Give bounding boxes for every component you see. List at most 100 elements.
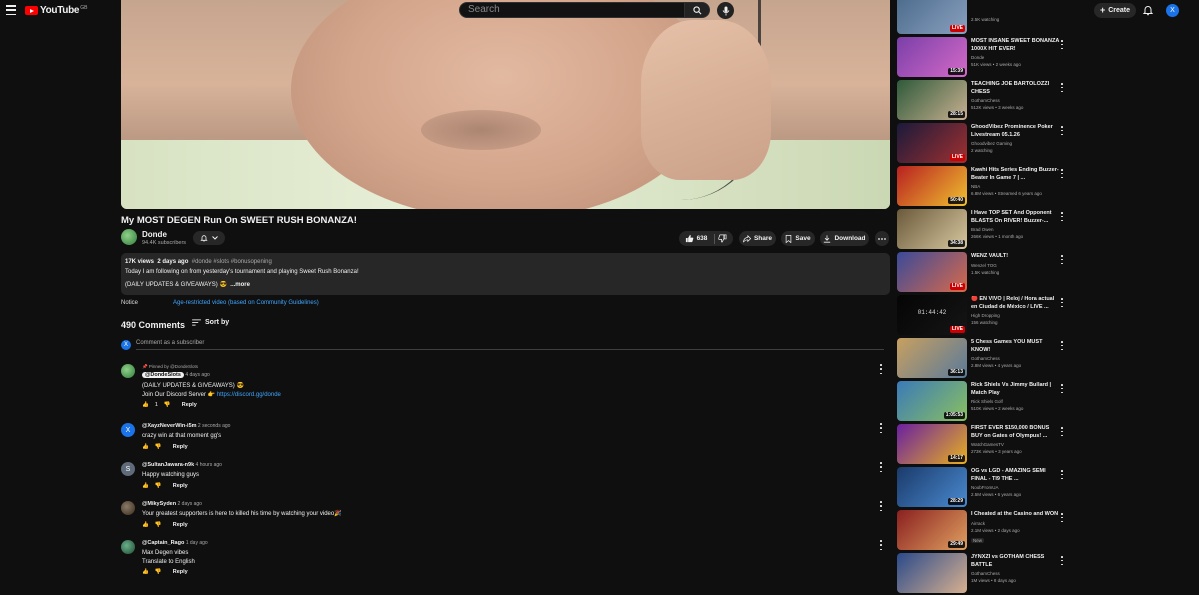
related-video-title[interactable]: MOST INSANE SWEET BONANZA 1000X HIT EVER… [971,38,1061,53]
reply-button[interactable]: Reply [173,444,188,450]
comment-more-icon[interactable] [878,501,884,511]
related-video-thumbnail[interactable]: 14:17 [897,424,967,464]
comment-age[interactable]: 1 day ago [186,540,208,546]
related-video-title[interactable]: JYNXZI vs GOTHAM CHESS BATTLE [971,554,1061,569]
related-video-card[interactable]: 1:05:53 Rick Shiels Vs Jimmy Bullard | Ma… [897,381,1072,423]
related-video-thumbnail[interactable]: 28:15 [897,80,967,120]
search-button[interactable] [684,2,710,18]
thumbs-up-icon[interactable]: 👍 [142,444,149,450]
related-more-icon[interactable] [1060,40,1064,49]
sort-by-button[interactable]: Sort by [192,319,229,326]
related-video-title[interactable]: Kawhi Hits Series Ending Buzzer-Beater I… [971,167,1061,182]
related-video-card[interactable]: 15:39 MOST INSANE SWEET BONANZA 1000X HIT… [897,37,1072,79]
related-more-icon[interactable] [1060,83,1064,92]
comment-more-icon[interactable] [878,423,884,433]
search-input[interactable]: Search [459,2,685,18]
related-video-thumbnail[interactable]: 29:49 [897,510,967,550]
age-restriction-link[interactable]: Age-restricted video (based on Community… [173,300,319,306]
comment-age[interactable]: 4 days ago [185,372,209,378]
reply-button[interactable]: Reply [182,402,197,408]
related-more-icon[interactable] [1060,470,1064,479]
thumbs-down-icon[interactable] [718,234,727,243]
related-more-icon[interactable] [1060,384,1064,393]
comment-age[interactable]: 2 seconds ago [198,423,231,429]
related-video-title[interactable]: 5 Chess Games YOU MUST KNOW! [971,339,1061,354]
channel-name[interactable]: Donde [142,230,167,239]
related-more-icon[interactable] [1060,556,1064,565]
related-more-icon[interactable] [1060,513,1064,522]
show-more-link[interactable]: ...more [230,282,250,288]
related-video-title[interactable]: OG vs LGD - AMAZING SEMI FINAL - TI9 THE… [971,468,1061,483]
related-video-thumbnail[interactable] [897,553,967,593]
video-player[interactable] [121,0,890,209]
related-video-thumbnail[interactable]: LIVE [897,123,967,163]
comment-avatar[interactable] [121,540,135,554]
comment-author[interactable]: @Captain_Rago [142,540,184,546]
comment-author[interactable]: @DondeSlots [142,372,184,378]
related-video-card[interactable]: 28:15 TEACHING JOE BARTOLOZZI CHESS Gotham… [897,80,1072,122]
translate-link[interactable]: Translate to English [142,558,862,567]
related-more-icon[interactable] [1060,255,1064,264]
menu-icon[interactable] [6,5,16,15]
related-video-title[interactable]: GhoodVibez Prominence Poker Livestream 0… [971,124,1061,139]
share-button[interactable]: Share [739,231,776,246]
comment-author[interactable]: @XayzNeverWin-i5m [142,423,197,429]
download-button[interactable]: Download [820,231,869,246]
more-actions-button[interactable] [875,231,889,246]
comment-avatar[interactable]: S [121,462,135,476]
thumbs-down-icon[interactable]: 👎 [155,522,162,528]
add-comment-input[interactable]: Comment as a subscriber [136,340,884,350]
notifications-button[interactable] [1142,4,1154,16]
comment-age[interactable]: 4 hours ago [196,462,222,468]
comment-more-icon[interactable] [878,462,884,472]
related-video-thumbnail[interactable]: 1:05:53 [897,381,967,421]
thumbs-up-icon[interactable]: 👍 [142,402,149,408]
related-video-thumbnail[interactable]: 01:44:42 LIVE [897,295,967,335]
related-video-card[interactable]: 14:17 FIRST EVER $150,000 BONUS BUY on Ga… [897,424,1072,466]
related-video-thumbnail[interactable]: 15:39 [897,37,967,77]
thumbs-up-icon[interactable]: 👍 [142,522,149,528]
comment-avatar[interactable]: X [121,423,135,437]
youtube-logo[interactable]: YouTube GB [25,5,87,16]
related-video-thumbnail[interactable]: 28:29 [897,467,967,507]
comment-more-icon[interactable] [878,540,884,550]
thumbs-up-icon[interactable]: 👍 [142,483,149,489]
related-video-card[interactable]: 50:40 Kawhi Hits Series Ending Buzzer-Bea… [897,166,1072,208]
related-video-title[interactable]: Rick Shiels Vs Jimmy Bullard | Match Pla… [971,382,1061,397]
like-count[interactable]: 638 [697,235,708,242]
related-video-thumbnail[interactable]: 34:38 [897,209,967,249]
related-video-title[interactable]: I Have TOP SET And Opponent BLASTS On RI… [971,210,1061,225]
thumbs-down-icon[interactable]: 👎 [155,483,162,489]
channel-avatar[interactable] [121,229,137,245]
reply-button[interactable]: Reply [173,569,188,575]
voice-search-button[interactable] [717,2,734,19]
comment-age[interactable]: 2 days ago [178,501,202,507]
thumbs-up-icon[interactable] [685,234,694,243]
related-video-thumbnail[interactable]: 50:40 [897,166,967,206]
reply-button[interactable]: Reply [173,483,188,489]
related-more-icon[interactable] [1060,169,1064,178]
create-button[interactable]: + Create [1094,3,1136,18]
related-video-title[interactable]: I Cheated at the Casino and WON [971,511,1061,519]
subscribed-button[interactable] [193,231,225,245]
account-avatar[interactable]: X [1166,4,1179,17]
related-video-title[interactable]: 🔴 EN VIVO | Reloj / Hora actual en Ciuda… [971,296,1061,311]
thumbs-up-icon[interactable]: 👍 [142,569,149,575]
related-more-icon[interactable] [1060,212,1064,221]
related-video-card[interactable]: LIVE WENZ VAULT! Wenzel TOG 1.5K watching [897,252,1072,294]
related-more-icon[interactable] [1060,298,1064,307]
comment-author[interactable]: @SultanJawara-n9k [142,462,194,468]
related-video-title[interactable]: FIRST EVER $150,000 BONUS BUY on Gates o… [971,425,1061,440]
related-video-card[interactable]: 28:29 OG vs LGD - AMAZING SEMI FINAL - TI… [897,467,1072,509]
comment-avatar[interactable] [121,501,135,515]
description-box[interactable]: 17K views 2 days ago #donde #slots #bonu… [121,253,890,295]
related-video-title[interactable]: TEACHING JOE BARTOLOZZI CHESS [971,81,1061,96]
related-video-card[interactable]: LIVE GhoodVibez Prominence Poker Livestre… [897,123,1072,165]
related-video-card[interactable]: 29:49 I Cheated at the Casino and WON Airr… [897,510,1072,552]
related-video-card[interactable]: 34:38 I Have TOP SET And Opponent BLASTS … [897,209,1072,251]
comment-avatar[interactable] [121,364,135,378]
related-video-card[interactable]: 36:13 5 Chess Games YOU MUST KNOW! GothamC… [897,338,1072,380]
related-video-card[interactable]: 01:44:42 LIVE 🔴 EN VIVO | Reloj / Hora act… [897,295,1072,337]
comment-more-icon[interactable] [878,364,884,374]
discord-link[interactable]: https://discord.gg/donde [217,392,281,398]
